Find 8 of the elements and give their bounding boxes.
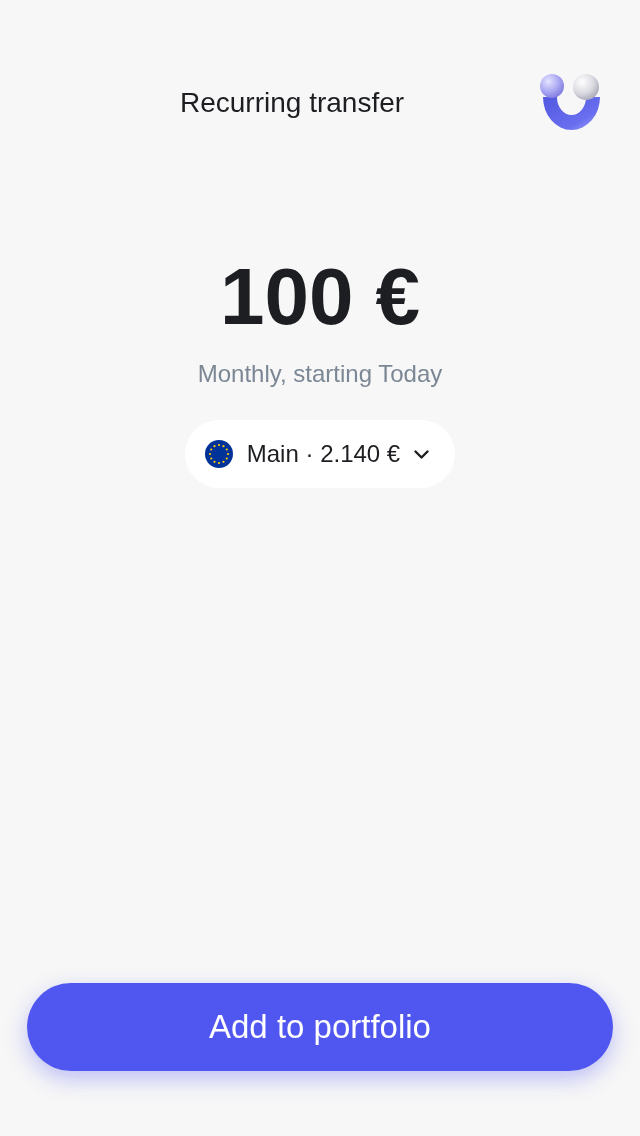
transfer-amount: 100 € [219,257,421,337]
eu-flag-icon [204,440,233,468]
chevron-down-icon [414,449,430,459]
account-selector[interactable]: Main · 2.140 € [184,420,456,488]
spheres-logo-icon [540,74,600,131]
add-to-portfolio-button[interactable]: Add to portfolio [27,983,613,1071]
schedule-text: Monthly, starting Today [197,359,443,389]
screen-title: Recurring transfer [180,85,405,120]
